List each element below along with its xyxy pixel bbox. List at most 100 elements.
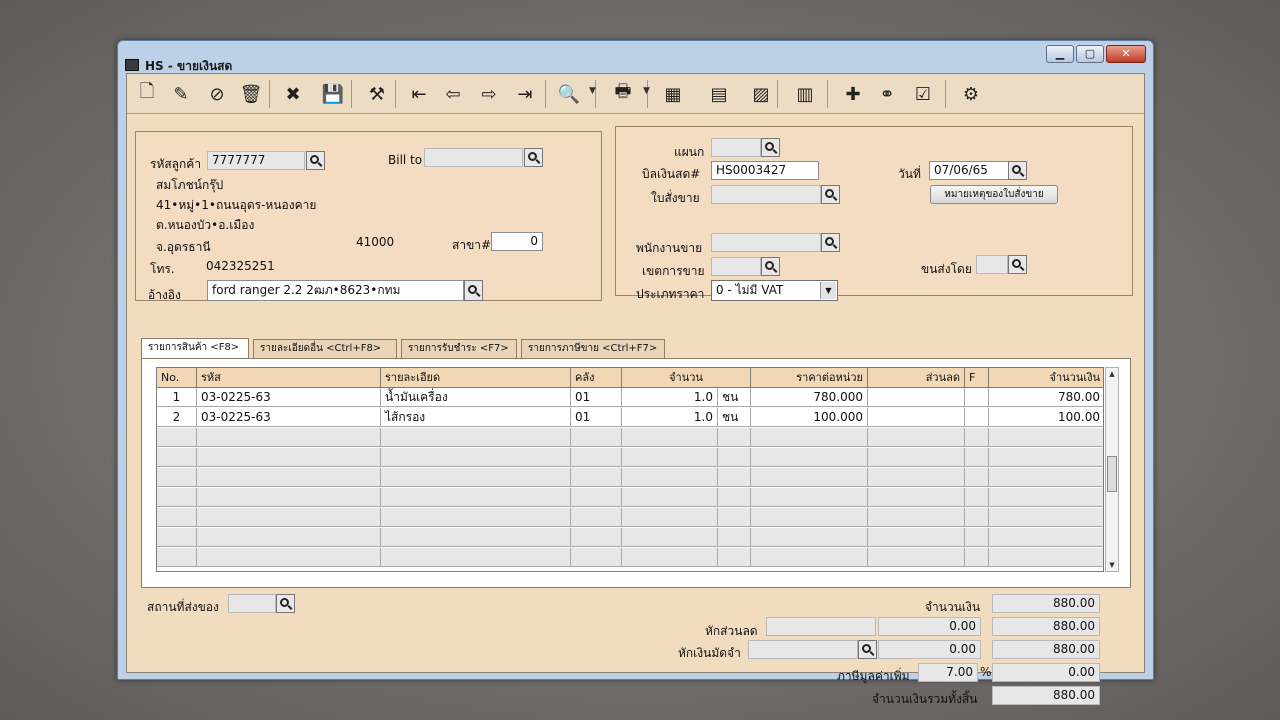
grid-cell-code[interactable] [197,468,381,486]
grid-cell-price[interactable] [751,448,868,466]
sales-area-lookup-button[interactable] [761,257,780,276]
search-doc-icon[interactable]: 🔍 [555,80,583,108]
cancel-doc-icon[interactable]: ⊘ [203,80,231,108]
sales-order-note-button[interactable]: หมายเหตุของใบสั่งขาย [930,185,1058,204]
chart-icon[interactable]: ▨ [747,80,775,108]
grid-cell-wh[interactable]: 01 [571,388,622,406]
grid-cell-wh[interactable]: 01 [571,408,622,426]
grid-cell-unit[interactable] [718,448,751,466]
grid-cell-code[interactable] [197,488,381,506]
grid-cell-desc[interactable]: ไส้กรอง [381,408,571,426]
grid-cell-desc[interactable] [381,528,571,546]
grid-cell-f[interactable] [965,388,989,406]
grid-cell-no[interactable] [157,448,197,466]
table-row[interactable]: 1 03-0225-63 น้ำมันเครื่อง 01 1.0 ชน 780.000 78… [157,388,1103,407]
approve-icon[interactable]: ✚ [839,80,867,108]
reference-field[interactable]: ford ranger 2.2 2ฒภ•8623•กทม [207,280,464,301]
grid-cell-desc[interactable] [381,428,571,446]
grid-cell-wh[interactable] [571,468,622,486]
date-picker-button[interactable] [1008,161,1027,180]
deposit-lookup-button[interactable] [858,640,877,659]
maximize-button[interactable]: ▢ [1076,45,1104,63]
grid-cell-qty[interactable]: 1.0 [622,408,718,426]
grid-cell-unit[interactable]: ชน [718,408,751,426]
tools-icon[interactable]: ⚒ [363,80,391,108]
grid-header-cell[interactable]: ส่วนลด [868,368,965,388]
grid-cell-desc[interactable] [381,488,571,506]
deposit-text-field[interactable] [748,640,858,659]
grid-cell-amount[interactable] [989,508,1103,526]
customer-code-field[interactable]: 7777777 [207,151,305,170]
vat-rate-field[interactable]: 7.00 [918,663,978,682]
grid-cell-code[interactable] [197,428,381,446]
grid-cell-no[interactable] [157,508,197,526]
grid-cell-price[interactable] [751,428,868,446]
edit-doc-icon[interactable]: ✎ [167,80,195,108]
print-icon[interactable]: 🖶 [609,80,637,108]
grid-cell-no[interactable]: 2 [157,408,197,426]
grid-cell-unit[interactable] [718,428,751,446]
salesman-lookup-button[interactable] [821,233,840,252]
grid-cell-price[interactable] [751,468,868,486]
grid-cell-f[interactable] [965,508,989,526]
grid-cell-qty[interactable] [622,448,718,466]
grid-cell-amount[interactable]: 100.00 [989,408,1103,426]
grid-cell-disc[interactable] [868,428,965,446]
grid-cell-unit[interactable]: ชน [718,388,751,406]
department-field[interactable] [711,138,761,157]
grid-cell-qty[interactable] [622,548,718,566]
grid-cell-disc[interactable] [868,528,965,546]
grid-cell-amount[interactable]: 780.00 [989,388,1103,406]
scroll-up-icon[interactable]: ▲ [1106,368,1118,380]
grid-cell-code[interactable]: 03-0225-63 [197,408,381,426]
dropdown-arrow-icon[interactable]: ▼ [643,86,650,96]
grid-cell-desc[interactable] [381,548,571,566]
close-window-button[interactable]: ✕ [1106,45,1146,63]
deposit-amount-field[interactable]: 0.00 [878,640,981,659]
grid-cell-f[interactable] [965,468,989,486]
grid-cell-no[interactable] [157,548,197,566]
grid-cell-qty[interactable] [622,468,718,486]
grid-cell-f[interactable] [965,448,989,466]
department-lookup-button[interactable] [761,138,780,157]
sales-order-field[interactable] [711,185,821,204]
grid-cell-no[interactable] [157,488,197,506]
shipping-lookup-button[interactable] [1008,255,1027,274]
grid-cell-no[interactable] [157,468,197,486]
delivery-place-lookup-button[interactable] [276,594,295,613]
grid-header-cell[interactable]: F [965,368,989,388]
table-row[interactable] [157,508,1103,527]
grid-cell-wh[interactable] [571,548,622,566]
grid-cell-unit[interactable] [718,548,751,566]
table-row[interactable] [157,428,1103,447]
grid-cell-desc[interactable] [381,508,571,526]
table-row[interactable] [157,528,1103,547]
close-red-icon[interactable]: ✖ [279,80,307,108]
minimize-button[interactable]: ▁ [1046,45,1074,63]
table-row[interactable] [157,468,1103,487]
grid-header-cell[interactable]: จำนวน [622,368,751,388]
grid-cell-unit[interactable] [718,508,751,526]
grid-header-cell[interactable]: ราคาต่อหน่วย [751,368,868,388]
grid-header-cell[interactable]: รายละเอียด [381,368,571,388]
table-row[interactable] [157,548,1103,567]
grid-cell-f[interactable] [965,488,989,506]
settings-icon[interactable]: ⚙ [957,80,985,108]
grid-cell-amount[interactable] [989,468,1103,486]
grid-cell-desc[interactable] [381,448,571,466]
grid-cell-amount[interactable] [989,528,1103,546]
next-record-icon[interactable]: ⇨ [475,80,503,108]
report-2-icon[interactable]: ▤ [705,80,733,108]
grid-cell-code[interactable]: 03-0225-63 [197,388,381,406]
chevron-down-icon[interactable]: ▼ [820,282,836,299]
calculator-icon[interactable]: ▥ [791,80,819,108]
grid-header-cell[interactable]: จำนวนเงิน [989,368,1103,388]
grid-cell-f[interactable] [965,548,989,566]
grid-cell-price[interactable] [751,528,868,546]
grid-cell-wh[interactable] [571,508,622,526]
dropdown-arrow-icon[interactable]: ▼ [589,86,596,96]
grid-cell-price[interactable] [751,488,868,506]
grid-cell-qty[interactable]: 1.0 [622,388,718,406]
save-icon[interactable]: 💾 [319,80,347,108]
grid-cell-disc[interactable] [868,468,965,486]
